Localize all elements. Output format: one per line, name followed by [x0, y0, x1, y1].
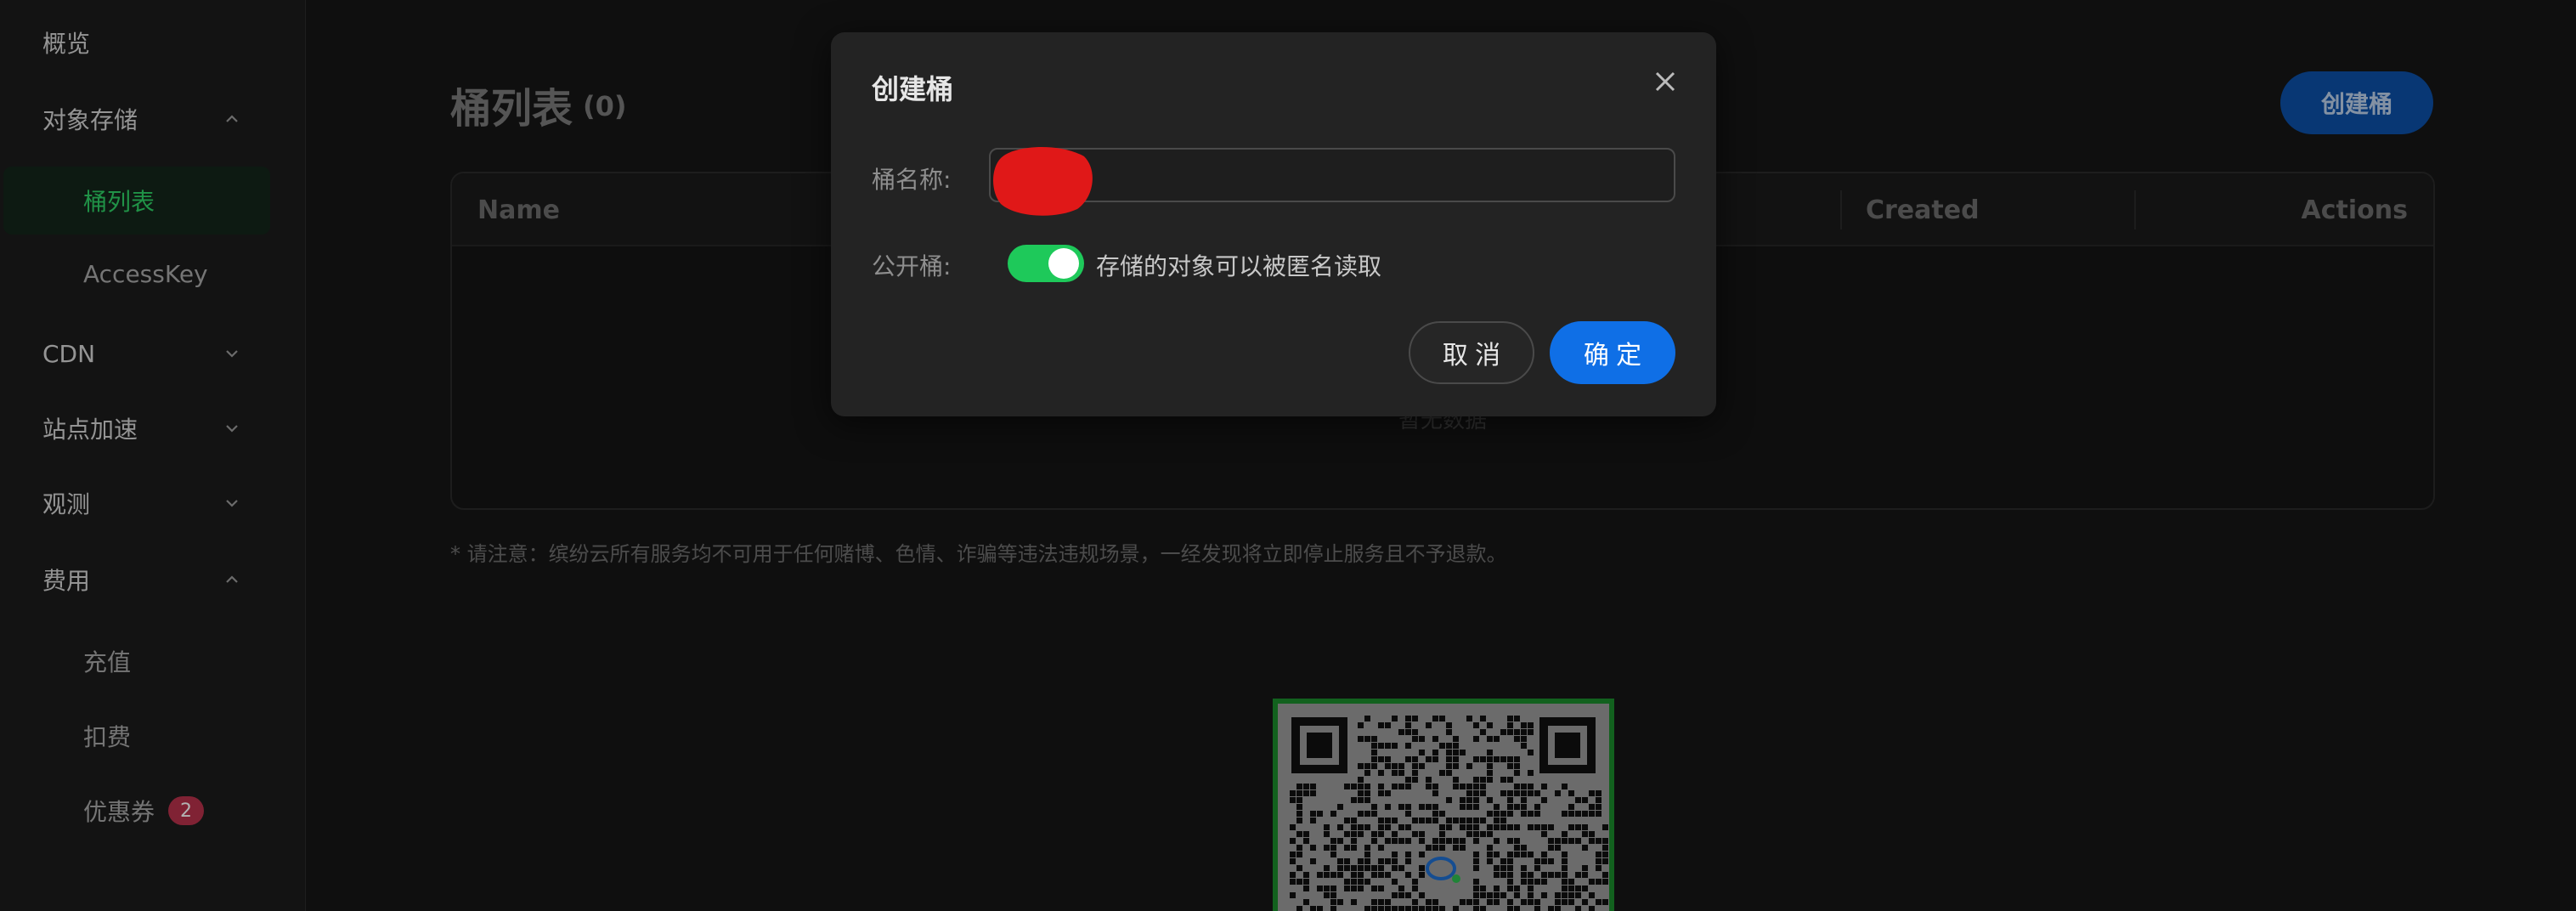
cancel-button[interactable]: 取 消: [1409, 321, 1534, 384]
toggle-knob: [1048, 248, 1079, 279]
public-bucket-label: 公开桶:: [872, 252, 952, 280]
confirm-button[interactable]: 确 定: [1550, 321, 1675, 384]
create-bucket-dialog: 创建桶 桶名称: 公开桶: 存储的对象可以被匿名读取 取 消 确 定: [831, 32, 1716, 416]
close-icon[interactable]: [1648, 65, 1682, 99]
public-bucket-toggle[interactable]: [1008, 245, 1084, 282]
dialog-title: 创建桶: [872, 73, 954, 105]
redaction-mark: [993, 146, 1093, 216]
public-bucket-description: 存储的对象可以被匿名读取: [1096, 252, 1382, 280]
bucket-name-label: 桶名称:: [872, 166, 952, 194]
